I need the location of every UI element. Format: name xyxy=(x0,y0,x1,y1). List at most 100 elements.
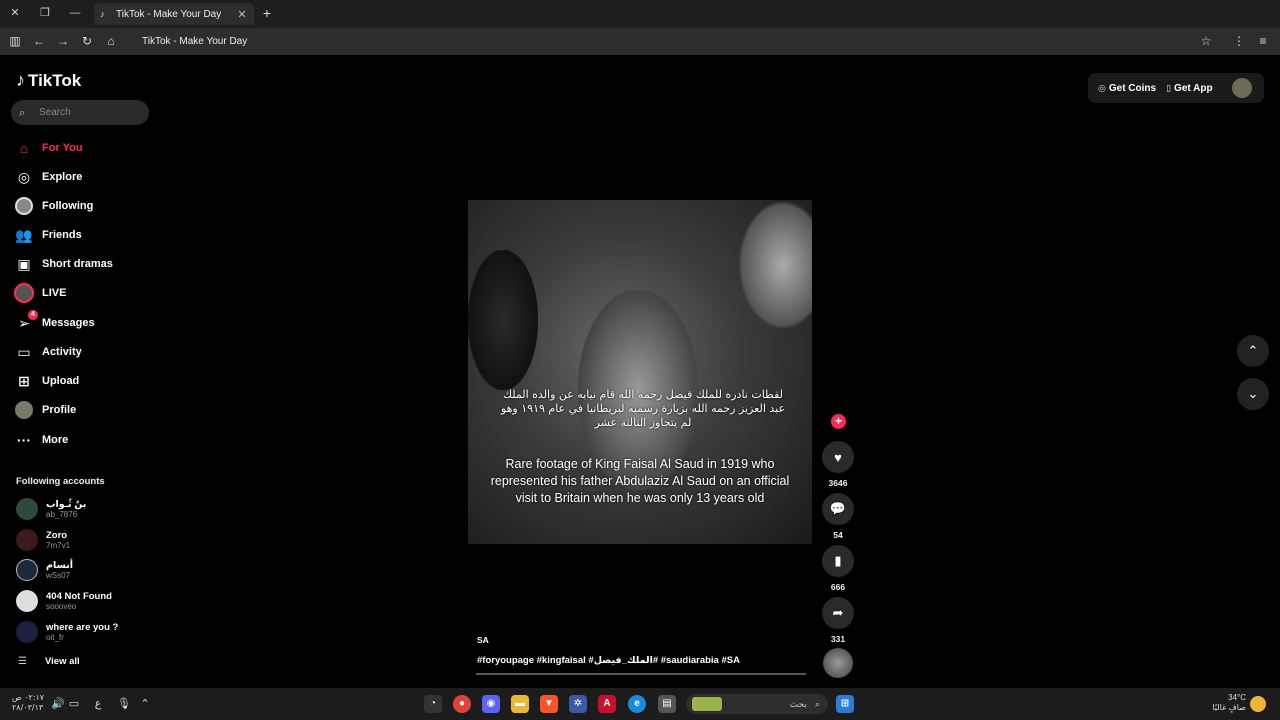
home-icon: ⌂ xyxy=(19,140,29,156)
creator-avatar[interactable] xyxy=(823,648,853,678)
tiktok-logo[interactable]: ♪ TikTok xyxy=(16,70,81,91)
following-account[interactable]: أنسام wSs07 xyxy=(16,558,156,582)
nav-profile[interactable]: Profile xyxy=(14,398,154,422)
account-handle: oit_fr xyxy=(46,633,64,642)
network-icon[interactable]: ▭ xyxy=(66,696,82,712)
app-icon[interactable]: ▤ xyxy=(658,695,676,713)
share-icon: ➦ xyxy=(822,597,854,629)
search-icon: ⌕ xyxy=(814,698,820,709)
nav-label: For You xyxy=(42,142,83,154)
tiktok-sidebar: ♪ TikTok ⌕ Search ⌂ For You ◎ Explore Fo… xyxy=(0,56,160,688)
nav-label: Explore xyxy=(42,171,83,183)
comment-icon: 💬 xyxy=(822,493,854,525)
previous-video-button[interactable]: ⌃ xyxy=(1237,335,1269,367)
windows-taskbar: ٠٢:١٧ ص ٢٨/٠٣/١٣ 🔊 ▭ ع 🎙 ⌃ ◔ ● ◉ ▬ ▼ ✲ A… xyxy=(0,688,1280,720)
app-icon[interactable]: A xyxy=(598,695,616,713)
following-account[interactable]: Zoro 7m7v1 xyxy=(16,528,156,552)
chrome-icon[interactable]: ● xyxy=(453,695,471,713)
chevron-up-icon: ⌃ xyxy=(1247,343,1259,358)
sidebar-toggle-icon[interactable]: ▥ xyxy=(6,32,24,50)
following-account[interactable]: بنٌ ثُـواب ab_7876 xyxy=(16,497,156,521)
like-button[interactable]: ♥ 3646 xyxy=(822,441,854,488)
new-tab-icon[interactable]: + xyxy=(258,4,276,22)
get-coins-button[interactable]: ◎ Get Coins xyxy=(1098,83,1156,94)
nav-label: Profile xyxy=(42,404,77,416)
video-progress-bar[interactable] xyxy=(476,673,806,675)
nav-upload[interactable]: ⊞ Upload xyxy=(14,369,154,393)
nav-label: Messages xyxy=(42,317,95,329)
save-button[interactable]: ▮ 666 xyxy=(822,545,854,592)
tiktok-note-icon: ♪ xyxy=(16,70,25,90)
comment-button[interactable]: 💬 54 xyxy=(822,493,854,540)
minimize-window-icon[interactable]: — xyxy=(64,4,86,22)
forward-icon[interactable]: → xyxy=(54,32,72,50)
nav-activity[interactable]: ▭ Activity xyxy=(14,340,154,364)
plus-box-icon: ⊞ xyxy=(18,372,30,389)
following-account[interactable]: 404 Not Found sooovéo xyxy=(16,589,156,613)
volume-icon[interactable]: 🔊 xyxy=(50,696,66,712)
microphone-icon[interactable]: 🎙 xyxy=(116,696,132,712)
close-window-icon[interactable]: ✕ xyxy=(4,4,26,22)
chevron-up-icon[interactable]: ⌃ xyxy=(137,696,153,712)
account-handle: 7m7v1 xyxy=(46,541,71,550)
taskbar-search[interactable]: بحث ⌕ xyxy=(686,694,828,714)
nav-label: LIVE xyxy=(42,287,67,299)
avatar xyxy=(16,498,38,520)
menu-dots-icon[interactable]: ⋮ xyxy=(1230,32,1248,50)
profile-icon xyxy=(14,400,34,420)
edge-icon[interactable]: e xyxy=(628,695,646,713)
account-name: 404 Not Found xyxy=(46,591,112,602)
following-account[interactable]: where are you ? oit_fr xyxy=(16,620,156,644)
avatar xyxy=(16,529,38,551)
coin-icon: ◎ xyxy=(1098,82,1106,93)
app-icon[interactable]: ◔ xyxy=(424,695,442,713)
nav-messages[interactable]: ➢ 4 Messages xyxy=(14,310,154,335)
nav-live[interactable]: LIVE xyxy=(14,281,154,305)
user-avatar[interactable] xyxy=(1232,78,1252,98)
follow-plus-button[interactable]: + xyxy=(831,414,846,429)
restore-window-icon[interactable]: ❐ xyxy=(34,4,56,22)
list-icon: ☰ xyxy=(18,656,27,667)
view-all-button[interactable]: ☰ View all xyxy=(18,656,80,667)
reload-icon[interactable]: ↻ xyxy=(78,32,96,50)
heart-icon: ♥ xyxy=(822,441,854,473)
avatar xyxy=(16,621,38,643)
chevron-down-icon: ⌄ xyxy=(1247,386,1259,401)
start-icon[interactable]: ⊞ xyxy=(836,695,854,713)
nav-friends[interactable]: 👥 Friends xyxy=(14,223,154,247)
close-tab-icon[interactable]: ✕ xyxy=(236,8,248,21)
discord-icon[interactable]: ◉ xyxy=(482,695,500,713)
bookmark-star-icon[interactable]: ☆ xyxy=(1197,32,1215,50)
language-indicator[interactable]: ع xyxy=(90,696,106,712)
compass-icon: ◎ xyxy=(17,168,31,185)
nav-following[interactable]: Following xyxy=(14,194,154,218)
share-button[interactable]: ➦ 331 xyxy=(822,597,854,644)
back-icon[interactable]: ← xyxy=(30,32,48,50)
browser-tab[interactable]: ♪ TikTok - Make Your Day ✕ xyxy=(94,3,254,25)
settings-app-icon[interactable]: ✲ xyxy=(569,695,587,713)
search-input[interactable]: ⌕ Search xyxy=(11,100,149,125)
video-hashtags[interactable]: #foryoupage #kingfaisal #الملك_فيصل# #sa… xyxy=(477,655,740,666)
clock[interactable]: ٠٢:١٧ ص ٢٨/٠٣/١٣ xyxy=(12,693,44,713)
nav-more[interactable]: ··· More xyxy=(14,428,154,452)
account-name: أنسام xyxy=(46,560,74,571)
friends-icon: 👥 xyxy=(15,226,33,243)
nav-for-you[interactable]: ⌂ For You xyxy=(14,136,154,160)
menu-lines-icon[interactable]: ≡ xyxy=(1254,32,1272,50)
brave-icon[interactable]: ▼ xyxy=(540,695,558,713)
file-explorer-icon[interactable]: ▬ xyxy=(511,695,529,713)
video-username[interactable]: SA xyxy=(477,635,489,645)
account-name: Zoro xyxy=(46,530,68,541)
video-player[interactable]: لقطات نادره للملك فيصل رحمه الله قام نيا… xyxy=(468,200,812,544)
account-handle: wSs07 xyxy=(46,571,71,580)
video-caption-english: Rare footage of King Faisal Al Saud in 1… xyxy=(490,457,790,505)
weather-widget[interactable]: 34°C صافٍ غالبًا xyxy=(1210,693,1246,713)
nav-explore[interactable]: ◎ Explore xyxy=(14,165,154,189)
next-video-button[interactable]: ⌄ xyxy=(1237,378,1269,410)
nav-short-dramas[interactable]: ▣ Short dramas xyxy=(14,252,154,276)
nav-label: Following xyxy=(42,200,94,212)
nav-label: Activity xyxy=(42,346,82,358)
home-icon[interactable]: ⌂ xyxy=(102,32,120,50)
address-bar[interactable]: TikTok - Make Your Day xyxy=(132,31,1222,52)
get-app-button[interactable]: ▯ Get App xyxy=(1166,83,1212,94)
